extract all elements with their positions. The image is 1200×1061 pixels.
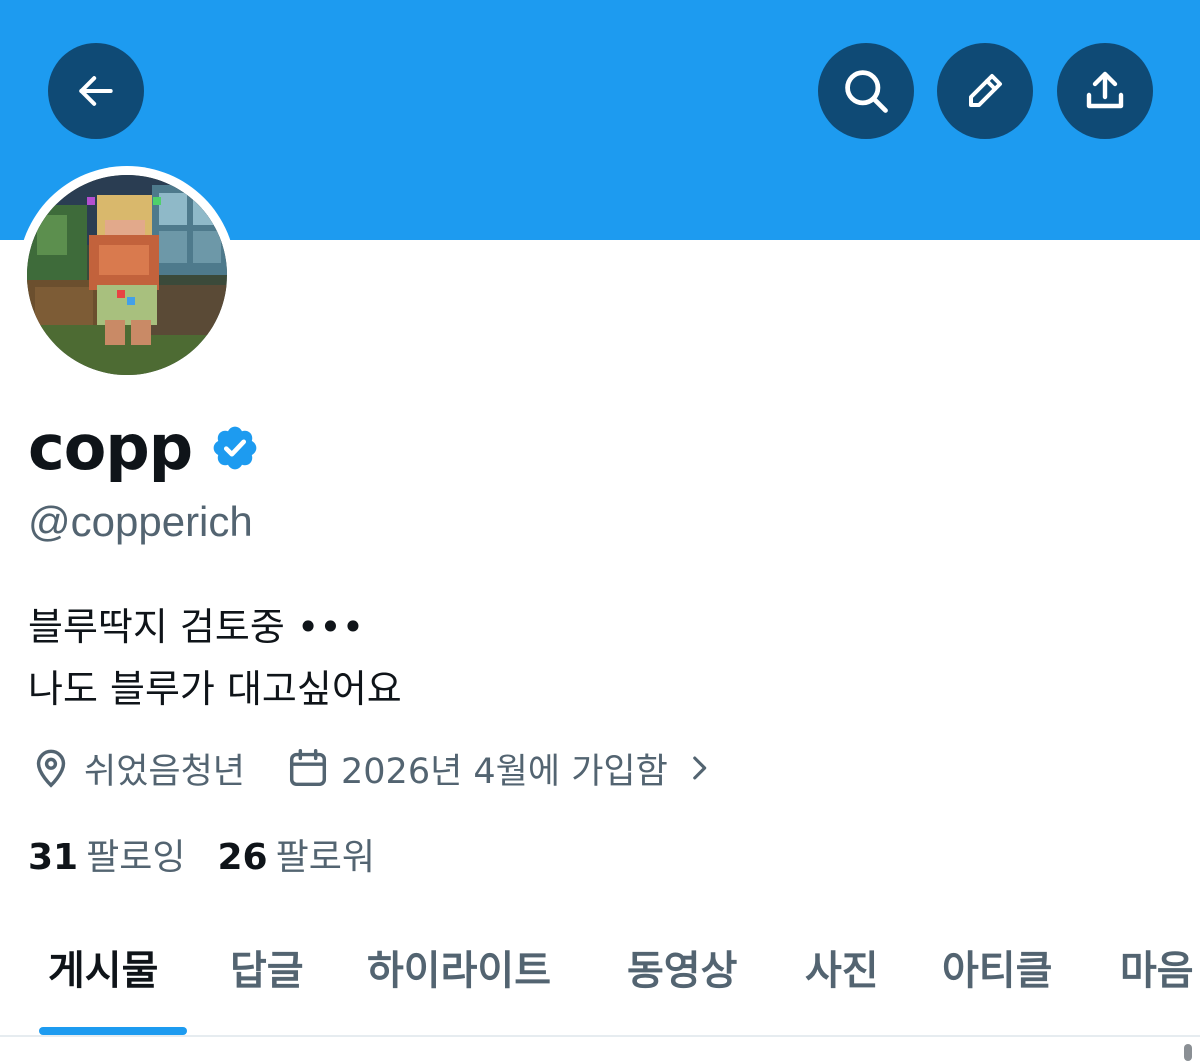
following-count: 31 xyxy=(28,837,79,878)
tab-likes[interactable]: 마음 xyxy=(1120,936,1194,1006)
edit-button[interactable] xyxy=(937,43,1033,139)
followers-count: 26 xyxy=(217,837,268,878)
user-handle: @copperich xyxy=(28,498,253,545)
followers-link[interactable]: 26 팔로워 xyxy=(217,828,374,880)
bio-line: 나도 블루가 대고싶어요 xyxy=(28,667,402,711)
tab-highlights[interactable]: 하이라이트 xyxy=(367,936,551,1006)
name-row: copp xyxy=(28,410,260,486)
follow-stats: 31 팔로잉 26 팔로워 xyxy=(28,826,375,882)
search-button[interactable] xyxy=(818,43,914,139)
chevron-right-icon[interactable] xyxy=(682,751,716,785)
pencil-icon xyxy=(969,74,1002,107)
search-icon xyxy=(845,70,888,113)
active-tab-indicator xyxy=(39,1027,187,1035)
tabs-divider xyxy=(0,1035,1200,1037)
verified-badge-icon[interactable] xyxy=(210,423,260,473)
display-name: copp xyxy=(28,411,193,484)
back-button[interactable] xyxy=(48,43,144,139)
join-date[interactable]: 2026년 4월에 가입함 xyxy=(341,743,668,794)
back-arrow-icon xyxy=(79,76,113,106)
avatar[interactable] xyxy=(27,175,227,375)
bio-line: 블루딱지 검토중 ••• xyxy=(28,605,365,649)
share-button[interactable] xyxy=(1057,43,1153,139)
tab-replies[interactable]: 답글 xyxy=(230,936,304,1006)
profile-tabs: 게시물 답글 하이라이트 동영상 사진 아티클 마음 xyxy=(0,930,1200,1010)
share-icon xyxy=(1086,71,1124,109)
calendar-icon xyxy=(289,749,327,787)
tab-posts[interactable]: 게시물 xyxy=(48,936,158,1006)
following-link[interactable]: 31 팔로잉 xyxy=(28,828,185,880)
tab-videos[interactable]: 동영상 xyxy=(627,936,737,1006)
bio: 블루딱지 검토중 ••• 나도 블루가 대고싶어요 xyxy=(28,596,402,720)
profile-meta: 쉬었음청년 2026년 4월에 가입함 xyxy=(28,738,716,798)
tab-photos[interactable]: 사진 xyxy=(805,936,879,1006)
followers-label: 팔로워 xyxy=(275,837,375,878)
location-pin-icon xyxy=(36,749,66,788)
tab-articles[interactable]: 아티클 xyxy=(942,936,1052,1006)
location-text: 쉬었음청년 xyxy=(84,751,246,792)
scrollbar[interactable] xyxy=(1184,1044,1192,1061)
following-label: 팔로잉 xyxy=(86,837,186,878)
